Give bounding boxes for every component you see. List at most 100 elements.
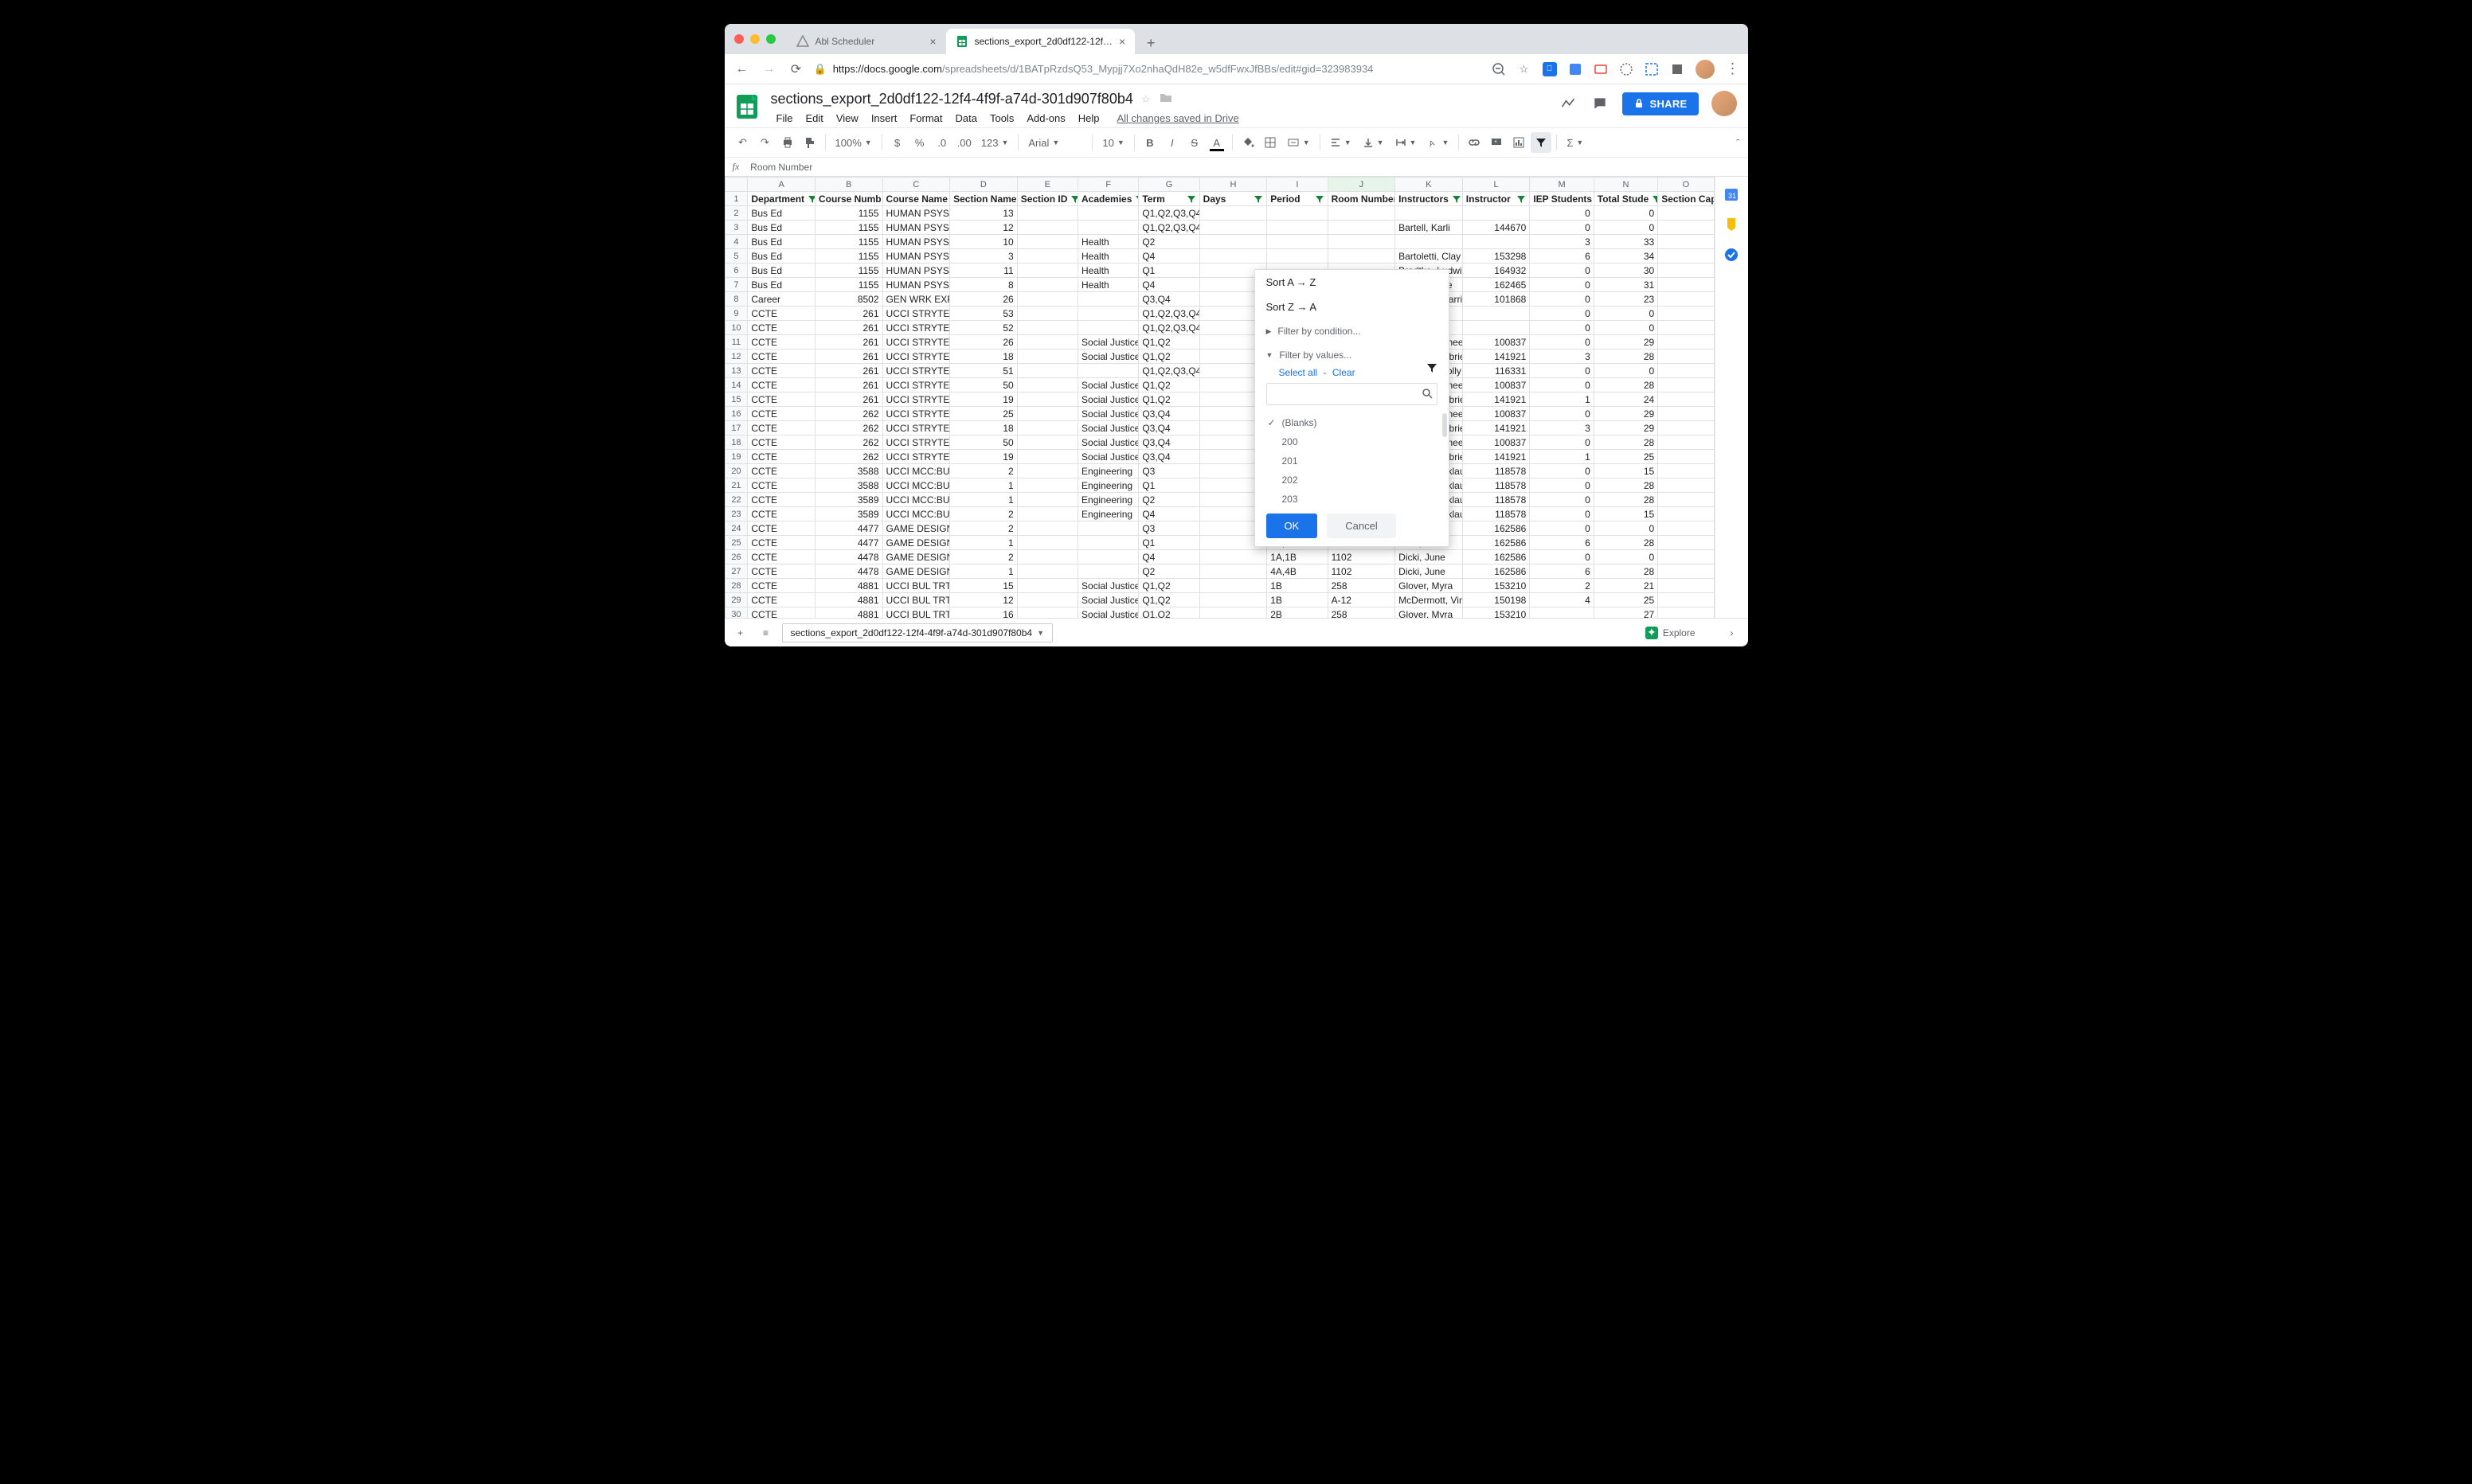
row-header[interactable]: 10 — [725, 321, 748, 335]
col-header-K[interactable]: K — [1395, 178, 1463, 192]
header-cell[interactable]: Department — [748, 192, 816, 206]
move-document-icon[interactable] — [1159, 91, 1173, 107]
bold-icon[interactable]: B — [1140, 132, 1160, 153]
cell[interactable] — [1658, 350, 1714, 364]
format-currency-icon[interactable]: $ — [887, 132, 908, 153]
cell[interactable]: Bartell, Karli — [1395, 221, 1463, 235]
header-cell[interactable]: Period — [1267, 192, 1328, 206]
menu-file[interactable]: File — [771, 109, 799, 127]
browser-tab-0[interactable]: Abl Scheduler × — [787, 29, 946, 54]
cell[interactable] — [1658, 536, 1714, 550]
fill-color-icon[interactable] — [1238, 132, 1258, 153]
cell[interactable]: 11 — [950, 264, 1018, 278]
explore-button[interactable]: ✦ Explore — [1637, 623, 1703, 642]
cell[interactable]: 15 — [950, 579, 1018, 593]
cell[interactable] — [1658, 593, 1714, 607]
menu-view[interactable]: View — [831, 109, 864, 127]
cell[interactable]: Health — [1078, 264, 1139, 278]
cell[interactable]: 24 — [1594, 392, 1657, 407]
cell[interactable]: 28 — [1594, 435, 1657, 450]
cell[interactable]: 10 — [950, 235, 1018, 249]
cell[interactable] — [1199, 593, 1267, 607]
cell[interactable]: CCTE — [748, 364, 816, 378]
cell[interactable]: 0 — [1530, 464, 1594, 478]
close-tab-icon[interactable]: × — [1119, 35, 1125, 48]
row-header[interactable]: 17 — [725, 421, 748, 435]
cell[interactable]: HUMAN PSYSCZ — [882, 206, 950, 221]
cell[interactable]: 1 — [950, 536, 1018, 550]
row-header[interactable]: 29 — [725, 593, 748, 607]
cell[interactable] — [1017, 435, 1078, 450]
cell[interactable] — [1017, 521, 1078, 536]
row-header[interactable]: 15 — [725, 392, 748, 407]
cell[interactable]: 1155 — [815, 264, 882, 278]
cell[interactable]: HUMAN PSYSCZ — [882, 221, 950, 235]
cell[interactable] — [1658, 435, 1714, 450]
header-cell[interactable]: Section ID — [1017, 192, 1078, 206]
menu-data[interactable]: Data — [950, 109, 983, 127]
cell[interactable] — [1078, 536, 1139, 550]
cell[interactable]: Health — [1078, 235, 1139, 249]
cell[interactable]: Q3,Q4 — [1139, 435, 1199, 450]
profile-avatar-icon[interactable] — [1696, 60, 1715, 79]
cell[interactable]: 15 — [1594, 464, 1657, 478]
cell[interactable]: 33 — [1594, 235, 1657, 249]
cell[interactable]: Q1,Q2,Q3,Q4 — [1139, 206, 1199, 221]
cell[interactable] — [1530, 607, 1594, 619]
cell[interactable]: 4881 — [815, 607, 882, 619]
cell[interactable]: 29 — [1594, 421, 1657, 435]
add-sheet-icon[interactable]: + — [731, 623, 750, 642]
cell[interactable]: CCTE — [748, 507, 816, 521]
sheet-tab[interactable]: sections_export_2d0df122-12f4-4f9f-a74d-… — [782, 623, 1054, 642]
cell[interactable]: 31 — [1594, 278, 1657, 292]
cell[interactable]: 28 — [1594, 378, 1657, 392]
cell[interactable] — [1658, 493, 1714, 507]
col-header-I[interactable]: I — [1267, 178, 1328, 192]
filter-by-values-toggle[interactable]: ▼ Filter by values... — [1255, 343, 1449, 367]
back-button[interactable]: ← — [733, 60, 752, 79]
cell[interactable]: 4881 — [815, 593, 882, 607]
cell[interactable]: 29 — [1594, 335, 1657, 350]
zoom-select[interactable]: 100%▼ — [831, 137, 877, 149]
cell[interactable] — [1658, 478, 1714, 493]
cell[interactable]: 3 — [1530, 235, 1594, 249]
cell[interactable]: 2 — [950, 521, 1018, 536]
cell[interactable]: GAME DESIGN 2 — [882, 550, 950, 564]
cell[interactable]: UCCI MCC:BUIL — [882, 478, 950, 493]
cell[interactable]: 28 — [1594, 564, 1657, 579]
cell[interactable]: 162586 — [1462, 564, 1530, 579]
cell[interactable] — [1658, 249, 1714, 264]
cell[interactable]: 28 — [1594, 478, 1657, 493]
cell[interactable]: 0 — [1530, 493, 1594, 507]
cell[interactable]: 261 — [815, 321, 882, 335]
cell[interactable]: 100837 — [1462, 335, 1530, 350]
strike-icon[interactable]: S — [1184, 132, 1205, 153]
cell[interactable] — [1017, 564, 1078, 579]
cell[interactable]: Social Justice — [1078, 435, 1139, 450]
increase-decimal-icon[interactable]: .00 — [954, 132, 975, 153]
cell[interactable]: 6 — [1530, 536, 1594, 550]
cell[interactable]: 153210 — [1462, 579, 1530, 593]
cell[interactable]: Bus Ed — [748, 278, 816, 292]
cell[interactable]: 262 — [815, 450, 882, 464]
cell[interactable] — [1017, 307, 1078, 321]
cell[interactable]: 261 — [815, 335, 882, 350]
cell[interactable]: CCTE — [748, 593, 816, 607]
undo-icon[interactable]: ↶ — [733, 132, 753, 153]
cell[interactable]: 13 — [950, 206, 1018, 221]
cell[interactable]: 34 — [1594, 249, 1657, 264]
col-header-L[interactable]: L — [1462, 178, 1530, 192]
extension-icon[interactable] — [1568, 62, 1582, 76]
cell[interactable]: CCTE — [748, 564, 816, 579]
cell[interactable]: Q1,Q2 — [1139, 350, 1199, 364]
cell[interactable]: 0 — [1530, 335, 1594, 350]
cell[interactable]: 53 — [950, 307, 1018, 321]
cell[interactable]: 25 — [950, 407, 1018, 421]
cell[interactable]: UCCI STRYTELL — [882, 321, 950, 335]
cell[interactable]: 2 — [950, 550, 1018, 564]
share-button[interactable]: SHARE — [1622, 92, 1698, 115]
cell[interactable] — [1658, 521, 1714, 536]
cell[interactable]: Engineering — [1078, 464, 1139, 478]
cell[interactable]: Q1,Q2,Q3,Q4 — [1139, 364, 1199, 378]
new-tab-button[interactable]: + — [1140, 32, 1162, 54]
